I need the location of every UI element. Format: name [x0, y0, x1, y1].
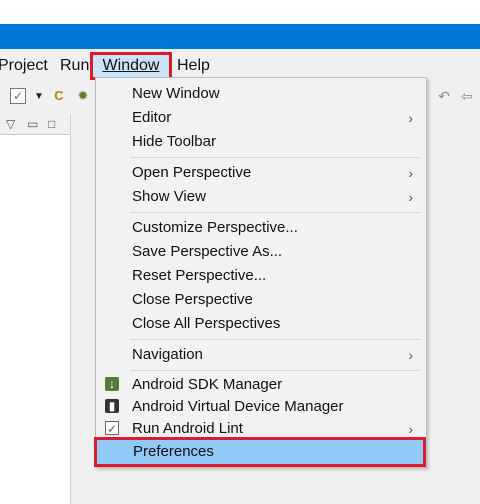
dropdown-caret-icon[interactable]: ▼ — [31, 89, 47, 105]
menu-item-label: Close All Perspectives — [132, 315, 281, 332]
title-area — [0, 0, 480, 24]
submenu-arrow-icon: › — [408, 189, 413, 205]
android-sdk-manager-icon: ↓ — [105, 377, 119, 391]
menu-item-label: Save Perspective As... — [132, 243, 283, 260]
separator — [130, 370, 420, 371]
lint-check-icon: ✓ — [105, 421, 119, 436]
submenu-arrow-icon: › — [408, 347, 413, 363]
menu-item-label: Open Perspective — [132, 164, 252, 181]
separator — [130, 157, 420, 158]
menu-item-customize-perspective[interactable]: Customize Perspective... — [96, 216, 426, 240]
menu-item-close-perspective[interactable]: Close Perspective — [96, 288, 426, 312]
menu-item-label: Navigation — [132, 346, 203, 363]
menu-window-label: Window — [102, 57, 160, 74]
menu-item-hide-toolbar[interactable]: Hide Toolbar — [96, 130, 426, 154]
menu-item-android-sdk-manager[interactable]: ↓ Android SDK Manager — [96, 373, 426, 397]
menu-item-android-virtual-device-manager[interactable]: ▮ Android Virtual Device Manager — [96, 395, 426, 419]
back-arrow-icon[interactable]: ↶ — [436, 88, 452, 104]
menu-item-save-perspective-as[interactable]: Save Perspective As... — [96, 240, 426, 264]
left-pane-content — [0, 134, 70, 504]
menu-item-label: Show View — [132, 188, 206, 205]
android-virtual-device-icon: ▮ — [105, 399, 119, 413]
menu-item-editor[interactable]: Editor › — [96, 106, 426, 130]
minimize-icon[interactable]: ▭ — [27, 116, 38, 132]
maximize-icon[interactable]: □ — [48, 116, 55, 132]
menu-run[interactable]: Run — [60, 54, 89, 78]
menu-item-label: New Window — [132, 85, 220, 102]
title-bar — [0, 24, 480, 49]
menu-item-reset-perspective[interactable]: Reset Perspective... — [96, 264, 426, 288]
menu-item-label: Android Virtual Device Manager — [132, 398, 344, 415]
separator — [130, 339, 420, 340]
menu-item-label: Close Perspective — [132, 291, 253, 308]
menu-item-close-all-perspectives[interactable]: Close All Perspectives — [96, 312, 426, 336]
menu-item-label: Preferences — [133, 443, 214, 460]
menu-bar: Project Run Window Help — [0, 52, 480, 80]
window-menu-dropdown: New Window Editor › Hide Toolbar Open Pe… — [94, 77, 427, 468]
menu-item-show-view[interactable]: Show View › — [96, 185, 426, 209]
submenu-arrow-icon: › — [408, 110, 413, 126]
menu-item-preferences[interactable]: Preferences — [94, 437, 426, 467]
view-menu-icon[interactable]: ▽ — [6, 116, 15, 132]
separator — [130, 212, 420, 213]
menu-item-new-window[interactable]: New Window — [96, 82, 426, 106]
menu-project[interactable]: Project — [0, 54, 48, 78]
menu-item-label: Customize Perspective... — [132, 219, 298, 236]
back-alt-arrow-icon[interactable]: ⇦ — [459, 88, 475, 104]
submenu-arrow-icon: › — [408, 165, 413, 181]
debug-bug-icon[interactable]: ✹ — [75, 88, 91, 104]
menu-help[interactable]: Help — [177, 54, 210, 78]
menu-window[interactable]: Window — [90, 52, 172, 80]
eclipse-window: Project Run Window Help ✓ ▼ C ✹ ↶ ⇦ ▽ ▭ … — [0, 0, 480, 504]
menu-item-label: Reset Perspective... — [132, 267, 267, 284]
menu-item-label: Android SDK Manager — [132, 376, 283, 393]
menu-item-navigation[interactable]: Navigation › — [96, 343, 426, 367]
menu-item-label: Hide Toolbar — [132, 133, 216, 150]
new-class-icon[interactable]: C — [51, 88, 67, 104]
menu-item-open-perspective[interactable]: Open Perspective › — [96, 161, 426, 185]
check-icon[interactable]: ✓ — [10, 88, 26, 104]
menu-item-label: Editor — [132, 109, 172, 126]
